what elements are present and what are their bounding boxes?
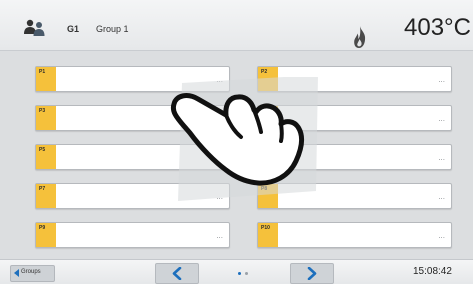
pointing-hand-icon xyxy=(170,77,318,201)
program-more-indicator: ... xyxy=(216,231,223,240)
program-more-indicator: ... xyxy=(438,75,445,84)
back-arrow-icon xyxy=(14,269,19,277)
program-label: P1 xyxy=(39,69,46,75)
footer-bar: Groups 15:08:42 xyxy=(0,259,473,284)
groups-back-button[interactable]: Groups xyxy=(10,265,55,282)
program-label: P3 xyxy=(39,108,46,114)
next-page-button[interactable] xyxy=(290,263,334,284)
program-button-p9[interactable]: P9 ... xyxy=(35,222,230,248)
groups-button-label: Groups xyxy=(21,269,41,275)
chevron-right-icon xyxy=(307,267,317,280)
users-icon xyxy=(24,19,45,36)
program-more-indicator: ... xyxy=(438,192,445,201)
program-grid: P1 ... P2 ... P3 ... P4 ... P5 ... P6 ..… xyxy=(0,51,473,259)
furnace-screen: G1 Group 1 403°C P1 ... P2 ... P3 ... P4… xyxy=(0,0,473,284)
program-more-indicator: ... xyxy=(438,153,445,162)
program-label: P2 xyxy=(261,69,268,75)
program-label: P5 xyxy=(39,147,46,153)
page-indicator-active xyxy=(238,272,241,275)
program-button-p10[interactable]: P10 ... xyxy=(257,222,452,248)
group-name: Group 1 xyxy=(96,24,129,34)
program-label: P9 xyxy=(39,225,46,231)
previous-page-button[interactable] xyxy=(155,263,199,284)
page-indicator-inactive xyxy=(245,272,248,275)
program-label: P7 xyxy=(39,186,46,192)
flame-icon xyxy=(354,26,366,48)
clock: 15:08:42 xyxy=(413,266,452,277)
program-label: P10 xyxy=(261,225,270,231)
header-bar: G1 Group 1 403°C xyxy=(0,0,473,51)
program-more-indicator: ... xyxy=(438,231,445,240)
group-code: G1 xyxy=(67,24,80,34)
chevron-left-icon xyxy=(172,267,182,280)
program-more-indicator: ... xyxy=(438,114,445,123)
temperature-readout: 403°C xyxy=(404,14,471,41)
